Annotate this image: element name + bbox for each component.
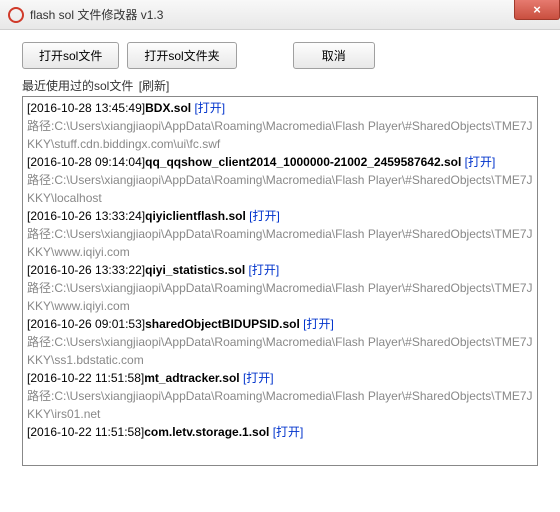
open-link[interactable]: [打开] [303, 317, 334, 331]
entry-date: [2016-10-26 09:01:53] [27, 317, 145, 331]
path-prefix: 路径: [27, 281, 54, 295]
path-prefix: 路径: [27, 389, 54, 403]
entry-path: 路径:C:\Users\xiangjiaopi\AppData\Roaming\… [27, 333, 533, 369]
entry-header: [2016-10-26 13:33:24]qiyiclientflash.sol… [27, 207, 533, 225]
path-prefix: 路径: [27, 119, 54, 133]
list-item: [2016-10-28 13:45:49]BDX.sol [打开]路径:C:\U… [27, 99, 533, 153]
entry-header: [2016-10-26 13:33:22]qiyi_statistics.sol… [27, 261, 533, 279]
entry-path: 路径:C:\Users\xiangjiaopi\AppData\Roaming\… [27, 171, 533, 207]
content-area: 打开sol文件 打开sol文件夹 取消 最近使用过的sol文件 [刷新] [20… [0, 30, 560, 466]
open-link[interactable]: [打开] [249, 209, 280, 223]
entry-header: [2016-10-22 11:51:58]mt_adtracker.sol [打… [27, 369, 533, 387]
cancel-button[interactable]: 取消 [293, 42, 375, 69]
open-link[interactable]: [打开] [243, 371, 274, 385]
entry-filename: qiyiclientflash.sol [145, 209, 246, 223]
entry-filename: qq_qqshow_client2014_1000000-21002_24595… [145, 155, 461, 169]
entry-path: 路径:C:\Users\xiangjiaopi\AppData\Roaming\… [27, 117, 533, 153]
entry-header: [2016-10-28 09:14:04]qq_qqshow_client201… [27, 153, 533, 171]
window-title: flash sol 文件修改器 v1.3 [30, 6, 163, 23]
list-item: [2016-10-22 11:51:58]com.letv.storage.1.… [27, 423, 533, 441]
entry-header: [2016-10-26 09:01:53]sharedObjectBIDUPSI… [27, 315, 533, 333]
path-value: C:\Users\xiangjiaopi\AppData\Roaming\Mac… [27, 227, 533, 259]
list-item: [2016-10-26 09:01:53]sharedObjectBIDUPSI… [27, 315, 533, 369]
entry-filename: BDX.sol [145, 101, 191, 115]
entry-date: [2016-10-26 13:33:22] [27, 263, 145, 277]
entry-filename: qiyi_statistics.sol [145, 263, 245, 277]
entry-path: 路径:C:\Users\xiangjiaopi\AppData\Roaming\… [27, 225, 533, 261]
list-item: [2016-10-26 13:33:24]qiyiclientflash.sol… [27, 207, 533, 261]
entry-header: [2016-10-22 11:51:58]com.letv.storage.1.… [27, 423, 533, 441]
path-prefix: 路径: [27, 173, 54, 187]
entry-filename: com.letv.storage.1.sol [144, 425, 269, 439]
entry-path: 路径:C:\Users\xiangjiaopi\AppData\Roaming\… [27, 279, 533, 315]
open-sol-file-button[interactable]: 打开sol文件 [22, 42, 119, 69]
open-link[interactable]: [打开] [249, 263, 280, 277]
path-prefix: 路径: [27, 335, 54, 349]
open-link[interactable]: [打开] [273, 425, 304, 439]
titlebar: flash sol 文件修改器 v1.3 × [0, 0, 560, 30]
entry-date: [2016-10-22 11:51:58] [27, 425, 144, 439]
close-button[interactable]: × [514, 0, 560, 20]
path-value: C:\Users\xiangjiaopi\AppData\Roaming\Mac… [27, 389, 533, 421]
list-item: [2016-10-26 13:33:22]qiyi_statistics.sol… [27, 261, 533, 315]
path-value: C:\Users\xiangjiaopi\AppData\Roaming\Mac… [27, 119, 533, 151]
entry-date: [2016-10-22 11:51:58] [27, 371, 144, 385]
open-sol-folder-button[interactable]: 打开sol文件夹 [127, 42, 236, 69]
entry-filename: sharedObjectBIDUPSID.sol [145, 317, 300, 331]
open-link[interactable]: [打开] [194, 101, 225, 115]
refresh-link[interactable]: [刷新] [139, 79, 170, 93]
toolbar: 打开sol文件 打开sol文件夹 取消 [22, 42, 538, 69]
list-item: [2016-10-28 09:14:04]qq_qqshow_client201… [27, 153, 533, 207]
entry-date: [2016-10-26 13:33:24] [27, 209, 145, 223]
app-icon [8, 7, 24, 23]
path-value: C:\Users\xiangjiaopi\AppData\Roaming\Mac… [27, 281, 533, 313]
open-link[interactable]: [打开] [465, 155, 496, 169]
path-prefix: 路径: [27, 227, 54, 241]
path-value: C:\Users\xiangjiaopi\AppData\Roaming\Mac… [27, 173, 533, 205]
recent-files-label: 最近使用过的sol文件 [刷新] [22, 77, 538, 94]
entry-date: [2016-10-28 09:14:04] [27, 155, 145, 169]
entry-filename: mt_adtracker.sol [144, 371, 239, 385]
recent-files-list[interactable]: [2016-10-28 13:45:49]BDX.sol [打开]路径:C:\U… [22, 96, 538, 466]
close-icon: × [533, 2, 541, 17]
path-value: C:\Users\xiangjiaopi\AppData\Roaming\Mac… [27, 335, 533, 367]
entry-header: [2016-10-28 13:45:49]BDX.sol [打开] [27, 99, 533, 117]
entry-date: [2016-10-28 13:45:49] [27, 101, 145, 115]
list-item: [2016-10-22 11:51:58]mt_adtracker.sol [打… [27, 369, 533, 423]
entry-path: 路径:C:\Users\xiangjiaopi\AppData\Roaming\… [27, 387, 533, 423]
